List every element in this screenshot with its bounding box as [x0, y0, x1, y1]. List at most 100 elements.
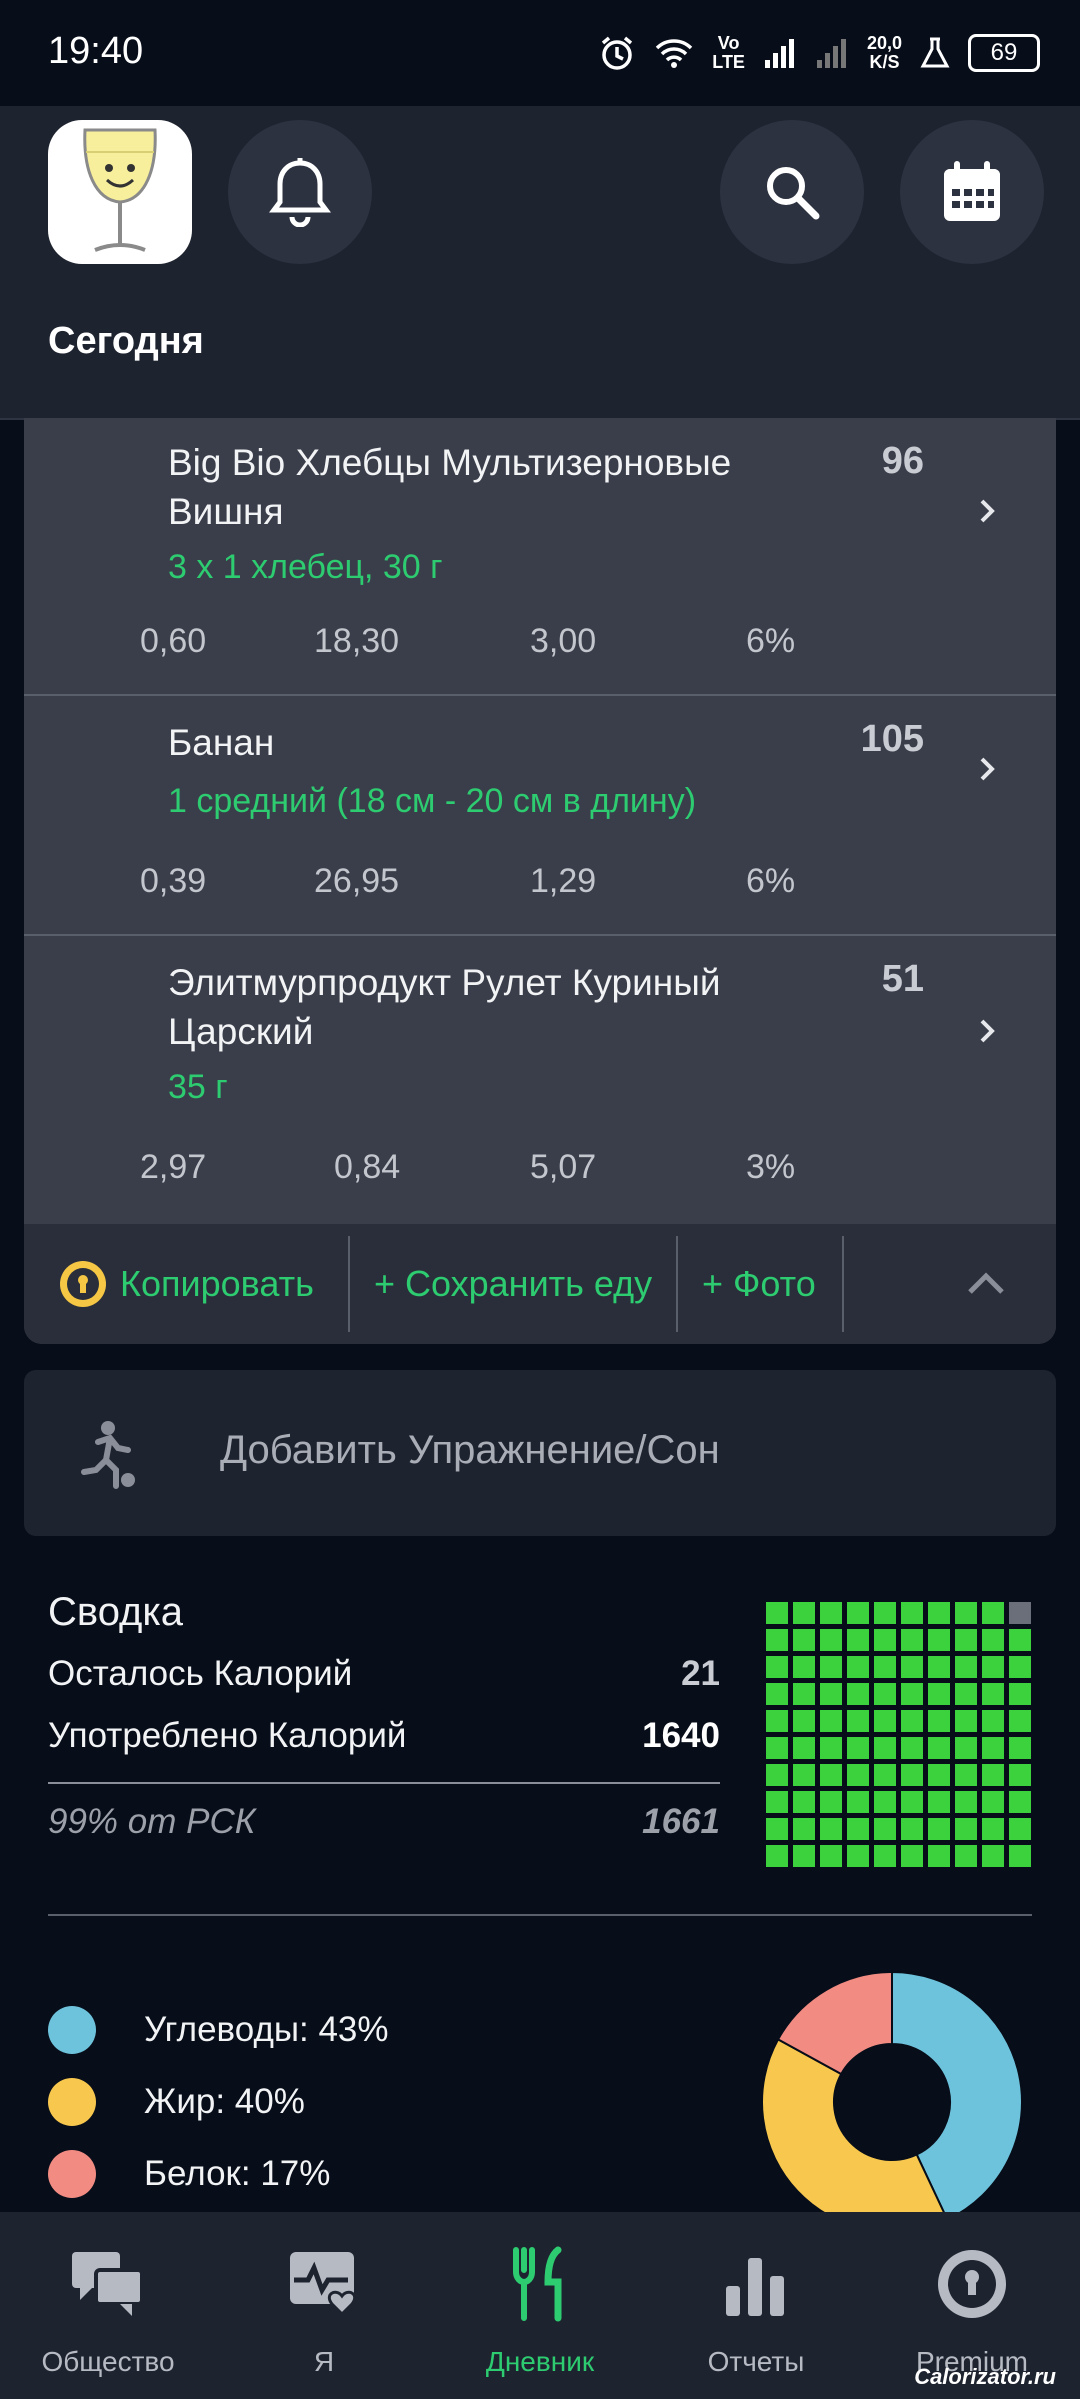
grid-cell-filled	[793, 1710, 815, 1732]
search-button[interactable]	[720, 120, 864, 264]
grid-cell-filled	[766, 1764, 788, 1786]
nav-community[interactable]: Общество	[0, 2212, 216, 2399]
food-row[interactable]: Элитмурпродукт Рулет Куриный Царский 51 …	[24, 936, 1056, 1224]
grid-cell-filled	[847, 1845, 869, 1867]
nutrient-fat: 0,60	[140, 622, 207, 660]
divider	[348, 1236, 350, 1332]
grid-cell-filled	[1009, 1683, 1031, 1705]
grid-cell-filled	[955, 1629, 977, 1651]
alarm-icon	[602, 36, 633, 70]
grid-cell-filled	[982, 1818, 1004, 1840]
remaining-calories-value: 21	[681, 1654, 720, 1693]
grid-cell-filled	[1009, 1764, 1031, 1786]
nav-diary[interactable]: Дневник	[432, 2212, 648, 2399]
grid-cell-filled	[928, 1791, 950, 1813]
grid-cell-filled	[1009, 1710, 1031, 1732]
protein-color-dot	[48, 2150, 96, 2198]
wine-glass-logo-icon	[83, 128, 157, 252]
grid-cell-filled	[766, 1710, 788, 1732]
grid-cell-filled	[766, 1629, 788, 1651]
consumed-calories-label: Употреблено Калорий	[48, 1716, 407, 1755]
nutrient-protein: 5,07	[530, 1148, 597, 1186]
grid-cell-filled	[982, 1710, 1004, 1732]
add-exercise-button[interactable]: Добавить Упражнение/Сон	[24, 1370, 1056, 1536]
copy-button[interactable]: Копировать	[58, 1224, 314, 1344]
volte-indicator: Vo LTE	[712, 33, 745, 72]
grid-cell-filled	[847, 1683, 869, 1705]
grid-cell-empty	[1009, 1602, 1031, 1624]
carbs-label: Углеводы: 43%	[144, 2010, 389, 2049]
grid-cell-filled	[874, 1683, 896, 1705]
photo-button[interactable]: + Фото	[702, 1224, 816, 1344]
macro-legend-carbs: Углеводы: 43%	[48, 2006, 389, 2054]
grid-cell-filled	[874, 1602, 896, 1624]
heart-pulse-icon	[290, 2252, 357, 2317]
nutrient-rsk: 6%	[746, 622, 796, 660]
section-divider	[48, 1914, 1032, 1916]
collapse-chevron-up-icon[interactable]	[964, 1268, 1008, 1298]
macro-legend-fat: Жир: 40%	[48, 2078, 305, 2126]
nav-reports[interactable]: Отчеты	[648, 2212, 864, 2399]
grid-cell-filled	[874, 1656, 896, 1678]
search-icon	[767, 167, 820, 220]
grid-cell-filled	[928, 1845, 950, 1867]
grid-cell-filled	[901, 1818, 923, 1840]
grid-cell-filled	[1009, 1791, 1031, 1813]
grid-cell-filled	[793, 1845, 815, 1867]
grid-cell-filled	[955, 1818, 977, 1840]
grid-cell-filled	[1009, 1737, 1031, 1759]
grid-cell-filled	[820, 1656, 842, 1678]
food-name: Big Bio Хлебцы Мультизерновые Вишня	[168, 442, 732, 532]
rsk-percent-label: 99% от РСК	[48, 1802, 256, 1841]
grid-cell-filled	[847, 1737, 869, 1759]
grid-cell-filled	[847, 1710, 869, 1732]
grid-cell-filled	[793, 1818, 815, 1840]
grid-cell-filled	[982, 1656, 1004, 1678]
food-portion: 1 средний (18 см - 20 см в длину)	[168, 782, 697, 820]
grid-cell-filled	[820, 1710, 842, 1732]
grid-cell-filled	[820, 1602, 842, 1624]
grid-cell-filled	[820, 1791, 842, 1813]
calendar-button[interactable]	[900, 120, 1044, 264]
nutrient-carbs: 18,30	[314, 622, 400, 660]
carbs-color-dot	[48, 2006, 96, 2054]
nav-me[interactable]: Я	[216, 2212, 432, 2399]
grid-cell-filled	[955, 1710, 977, 1732]
status-bar: 19:40 Vo LTE 20,0 K/S 69	[0, 0, 1080, 106]
grid-cell-filled	[874, 1791, 896, 1813]
net-speed: 20,0 K/S	[866, 33, 902, 72]
food-portion: 35 г	[168, 1068, 228, 1106]
grid-cell-filled	[901, 1764, 923, 1786]
nutrient-carbs: 0,84	[334, 1148, 401, 1186]
grid-cell-filled	[982, 1845, 1004, 1867]
nutrient-rsk: 3%	[746, 1148, 796, 1186]
grid-cell-filled	[847, 1656, 869, 1678]
nav-community-label: Общество	[41, 2346, 175, 2377]
grid-cell-filled	[847, 1764, 869, 1786]
grid-cell-filled	[793, 1737, 815, 1759]
nutrient-protein: 1,29	[530, 862, 597, 900]
grid-cell-filled	[928, 1710, 950, 1732]
grid-cell-filled	[793, 1683, 815, 1705]
food-row[interactable]: Банан 105 1 средний (18 см - 20 см в дли…	[24, 696, 1056, 936]
signal-2-icon	[816, 39, 846, 68]
donut-slice-1	[761, 2038, 949, 2233]
grid-cell-filled	[793, 1656, 815, 1678]
grid-cell-filled	[874, 1737, 896, 1759]
fat-label: Жир: 40%	[144, 2082, 305, 2121]
grid-cell-filled	[793, 1629, 815, 1651]
grid-cell-filled	[901, 1737, 923, 1759]
grid-cell-filled	[955, 1737, 977, 1759]
grid-cell-filled	[820, 1764, 842, 1786]
grid-cell-filled	[955, 1683, 977, 1705]
grid-cell-filled	[928, 1683, 950, 1705]
food-list-card: Big Bio Хлебцы Мультизерновые Вишня 96 3…	[24, 418, 1056, 1344]
notifications-button[interactable]	[228, 120, 372, 264]
status-time: 19:40	[48, 30, 144, 72]
save-food-button[interactable]: + Сохранить еду	[374, 1224, 652, 1344]
food-row[interactable]: Big Bio Хлебцы Мультизерновые Вишня 96 3…	[24, 418, 1056, 696]
profile-avatar[interactable]	[48, 120, 192, 264]
grid-cell-filled	[820, 1629, 842, 1651]
bell-icon	[269, 158, 331, 227]
grid-cell-filled	[982, 1629, 1004, 1651]
